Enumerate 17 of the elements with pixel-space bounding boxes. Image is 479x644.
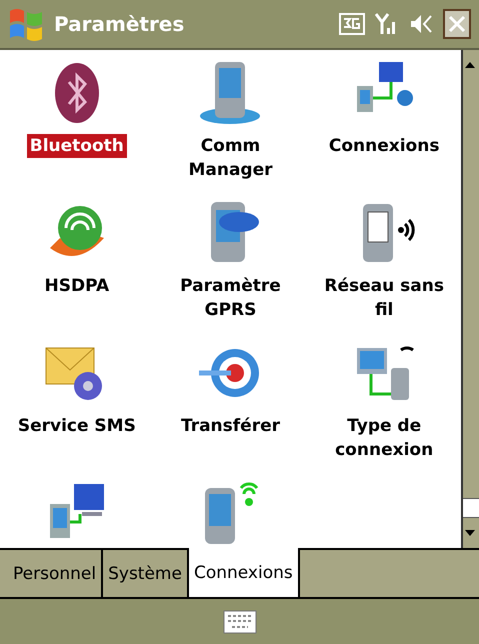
network-3g-icon: [339, 13, 365, 35]
settings-item[interactable]: Transférer: [178, 414, 283, 438]
settings-item[interactable]: Paramètre GPRS: [158, 274, 302, 322]
tab[interactable]: Connexions: [188, 548, 300, 597]
settings-item[interactable]: Service SMS: [14, 414, 139, 438]
settings-item[interactable]: Connexions: [326, 134, 442, 158]
window-title: Paramètres: [54, 12, 186, 36]
settings-item[interactable]: Bluetooth: [26, 134, 127, 158]
settings-item[interactable]: Type de connexion: [312, 414, 456, 462]
keyboard-icon[interactable]: [222, 610, 256, 634]
settings-item[interactable]: Réseau sans fil: [312, 274, 456, 322]
settings-item[interactable]: Comm Manager: [158, 134, 302, 182]
close-icon[interactable]: [443, 9, 471, 39]
speaker-icon: [409, 13, 433, 35]
settings-item[interactable]: HSDPA: [42, 274, 112, 298]
scroll-thumb[interactable]: [463, 498, 479, 518]
scrollbar[interactable]: [461, 50, 479, 548]
